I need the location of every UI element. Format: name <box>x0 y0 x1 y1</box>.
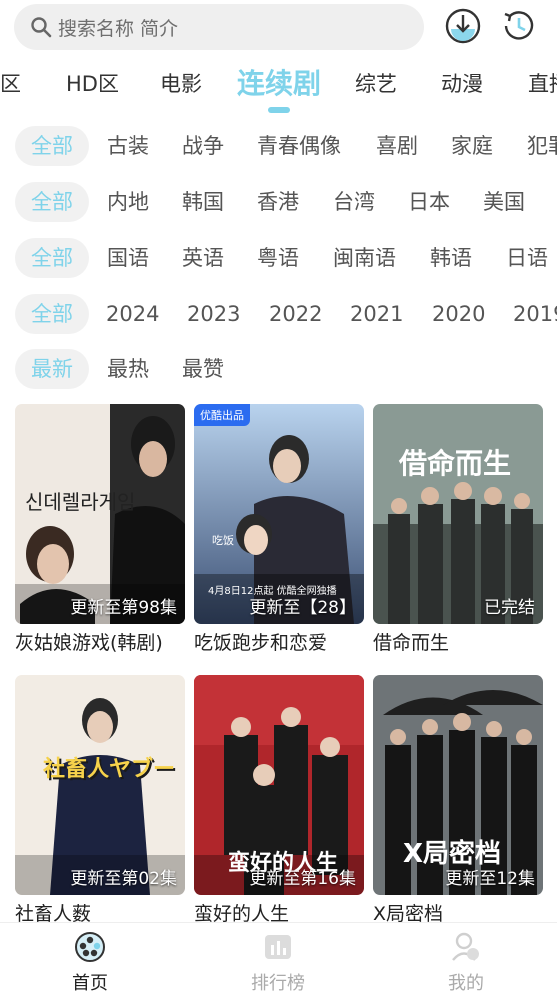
region-filter-row: 全部 内地 韩国 香港 台湾 日本 美国 <box>0 180 557 224</box>
filter-chip[interactable]: 2023 <box>187 294 240 334</box>
nav-label: 排行榜 <box>251 973 305 994</box>
filter-chip[interactable]: 日语 <box>506 238 548 278</box>
poster-image: 社畜人ヤブー 更新至第02集 <box>15 675 185 895</box>
filter-chip[interactable]: 内地 <box>107 182 149 222</box>
poster-image: 蛮好的人生 更新至第16集 <box>194 675 364 895</box>
nav-profile[interactable]: 我的 <box>406 931 526 995</box>
filter-chip[interactable]: 全部 <box>15 238 89 278</box>
filter-chip[interactable]: 国语 <box>107 238 149 278</box>
series-card[interactable]: 借命而生 已完结 借命而生 <box>373 404 543 655</box>
filter-chip[interactable]: 青春偶像 <box>257 126 341 166</box>
filter-chip[interactable]: 战争 <box>182 126 224 166</box>
poster-image: X局密档 更新至12集 <box>373 675 543 895</box>
filter-chip[interactable]: 香港 <box>257 182 299 222</box>
update-status: 更新至12集 <box>445 869 535 889</box>
bottom-nav: 首页 排行榜 我的 <box>0 922 557 1001</box>
filter-chip[interactable]: 2024 <box>106 294 159 334</box>
tab-hd[interactable]: HD区 <box>66 68 119 98</box>
filter-chip[interactable]: 全部 <box>15 182 89 222</box>
genre-filter-row: 全部 古装 战争 青春偶像 喜剧 家庭 犯罪 <box>0 124 557 168</box>
filter-chip[interactable]: 英语 <box>182 238 224 278</box>
filter-chip[interactable]: 全部 <box>15 126 89 166</box>
tab-movies[interactable]: 电影 <box>160 68 202 98</box>
filter-chip[interactable]: 美国 <box>483 182 525 222</box>
series-title: 灰姑娘游戏(韩剧) <box>15 632 163 654</box>
update-status: 更新至第16集 <box>249 869 356 889</box>
active-tab-indicator <box>268 107 290 113</box>
svg-text:吃饭: 吃饭 <box>212 534 234 547</box>
year-filter-row: 全部 2024 2023 2022 2021 2020 2019 <box>0 292 557 336</box>
update-status: 更新至第02集 <box>70 869 177 889</box>
poster-image: 吃饭 优酷出品 4月8日12点起 优酷全网独播 更新至【28】 <box>194 404 364 624</box>
tab-variety[interactable]: 综艺 <box>355 68 397 98</box>
poster-image: 신데렐라게임 更新至第98集 <box>15 404 185 624</box>
filter-chip[interactable]: 喜剧 <box>376 126 418 166</box>
filter-chip[interactable]: 2020 <box>432 294 485 334</box>
series-title: 借命而生 <box>373 632 450 654</box>
nav-label: 我的 <box>448 973 484 994</box>
series-card[interactable]: 신데렐라게임 更新至第98集 灰姑娘游戏(韩剧) <box>15 404 185 655</box>
sort-filter-row: 最新 最热 最赞 <box>0 347 557 391</box>
search-icon <box>31 17 52 38</box>
tab-live[interactable]: 直播 <box>528 68 557 98</box>
filter-chip[interactable]: 家庭 <box>451 126 493 166</box>
filter-chip[interactable]: 2021 <box>350 294 403 334</box>
film-reel-icon <box>75 932 105 962</box>
poster-caption: 借命而生 <box>399 447 512 480</box>
series-card[interactable]: 吃饭 优酷出品 4月8日12点起 优酷全网独播 更新至【28】 吃饭跑步和恋爱 <box>194 404 364 655</box>
filter-chip[interactable]: 2019 <box>513 294 557 334</box>
nav-ranking[interactable]: 排行榜 <box>218 931 338 995</box>
tab-zone[interactable]: 区 <box>0 68 21 98</box>
update-status: 已完结 <box>484 598 535 618</box>
tab-series[interactable]: 连续剧 <box>237 62 321 102</box>
search-placeholder: 搜索名称 简介 <box>58 17 179 40</box>
filter-chip[interactable]: 粤语 <box>257 238 299 278</box>
series-card[interactable]: X局密档 更新至12集 X局密档 <box>373 675 543 926</box>
user-icon <box>452 932 479 961</box>
filter-chip[interactable]: 日本 <box>408 182 450 222</box>
filter-chip[interactable]: 最热 <box>107 349 149 389</box>
series-card[interactable]: 社畜人ヤブー 更新至第02集 社畜人薮 <box>15 675 185 926</box>
filter-chip[interactable]: 全部 <box>15 294 89 334</box>
language-filter-row: 全部 国语 英语 粤语 闽南语 韩语 日语 <box>0 236 557 280</box>
update-status: 更新至第98集 <box>70 598 177 618</box>
filter-chip[interactable]: 台湾 <box>333 182 375 222</box>
filter-chip[interactable]: 2022 <box>269 294 322 334</box>
filter-chip[interactable]: 最赞 <box>182 349 224 389</box>
poster-image: 借命而生 已完结 <box>373 404 543 624</box>
nav-label: 首页 <box>72 973 108 994</box>
series-card[interactable]: 蛮好的人生 更新至第16集 蛮好的人生 <box>194 675 364 926</box>
nav-home[interactable]: 首页 <box>30 931 150 995</box>
download-icon[interactable] <box>444 7 482 45</box>
svg-text:신데렐라게임: 신데렐라게임 <box>25 490 135 514</box>
producer-badge: 优酷出品 <box>194 404 250 426</box>
filter-chip[interactable]: 韩国 <box>182 182 224 222</box>
filter-chip[interactable]: 闽南语 <box>333 238 396 278</box>
series-title: 吃饭跑步和恋爱 <box>194 632 328 654</box>
filter-chip[interactable]: 犯罪 <box>527 126 557 166</box>
filter-chip[interactable]: 古装 <box>107 126 149 166</box>
tab-anime[interactable]: 动漫 <box>441 68 483 98</box>
poster-caption: 社畜人ヤブー <box>43 757 176 782</box>
filter-chip[interactable]: 最新 <box>15 349 89 389</box>
history-icon[interactable] <box>500 7 538 45</box>
chart-icon <box>265 935 291 959</box>
filter-chip[interactable]: 韩语 <box>430 238 472 278</box>
update-status: 更新至【28】 <box>249 598 356 618</box>
search-bar[interactable]: 搜索名称 简介 <box>14 4 424 50</box>
